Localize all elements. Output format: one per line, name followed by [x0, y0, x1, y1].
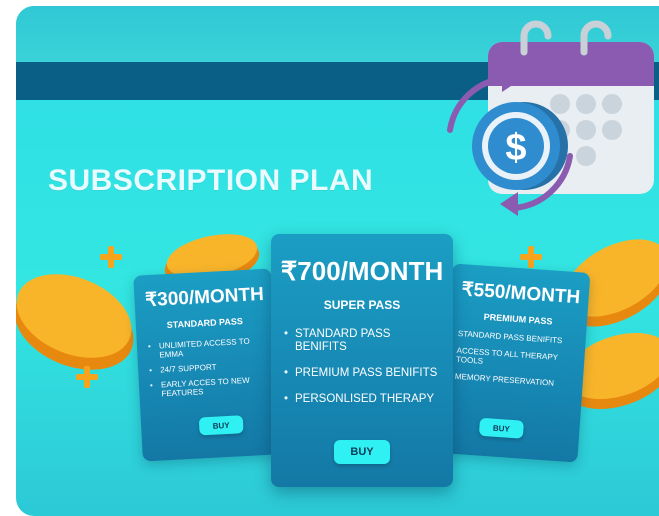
feature-list: UNLIMITED ACCESS TO EMMA 24/7 SUPPORT EA… [159, 337, 274, 406]
page-title: SUBSCRIPTION PLAN [48, 164, 374, 197]
svg-text:$: $ [505, 127, 526, 169]
feature-item: EARLY ACCES TO NEW FEATURES [161, 375, 274, 399]
plan-name: PREMIUM PASS [483, 311, 553, 327]
plan-price: ₹700/MONTH [280, 256, 444, 286]
feature-item: 24/7 SUPPORT [160, 361, 272, 376]
plan-price: ₹550/MONTH [460, 279, 581, 309]
subscription-banner: $ SUBSCRIPTION PLAN ₹300/MONTH STANDARD … [16, 6, 659, 516]
buy-button-super[interactable]: BUY [334, 440, 390, 464]
feature-list: STANDARD PASS BENIFITS ACCESS TO ALL THE… [454, 328, 582, 398]
gold-coin-icon [16, 274, 134, 370]
plan-card-super: ₹700/MONTH SUPER PASS STANDARD PASS BENI… [271, 234, 453, 487]
feature-item: STANDARD PASS BENIFITS [284, 328, 445, 354]
feature-item: PERSONLISED THERAPY [284, 393, 445, 406]
buy-button-standard[interactable]: BUY [198, 415, 244, 436]
plan-price: ₹300/MONTH [144, 283, 265, 312]
feature-item: ACCESS TO ALL THERAPY TOOLS [455, 345, 559, 366]
calendar-icon: $ [447, 20, 654, 216]
plan-card-standard: ₹300/MONTH STANDARD PASS UNLIMITED ACCES… [133, 268, 281, 462]
plan-name: STANDARD PASS [166, 316, 244, 331]
feature-list: STANDARD PASS BENIFITS PREMIUM PASS BENI… [284, 328, 445, 419]
feature-item: STANDARD PASS BENIFITS [457, 328, 563, 346]
dollar-coin-icon: $ [472, 102, 568, 190]
plus-icon [100, 246, 122, 268]
feature-item: MEMORY PRESERVATION [454, 371, 555, 388]
plan-card-premium: ₹550/MONTH PREMIUM PASS STANDARD PASS BE… [439, 263, 591, 463]
feature-item: UNLIMITED ACCESS TO EMMA [159, 337, 272, 361]
plan-name: SUPER PASS [323, 298, 401, 312]
feature-item: PREMIUM PASS BENIFITS [284, 367, 445, 380]
plus-icon [76, 366, 98, 388]
plus-icon [520, 246, 542, 268]
buy-button-premium[interactable]: BUY [478, 417, 524, 439]
